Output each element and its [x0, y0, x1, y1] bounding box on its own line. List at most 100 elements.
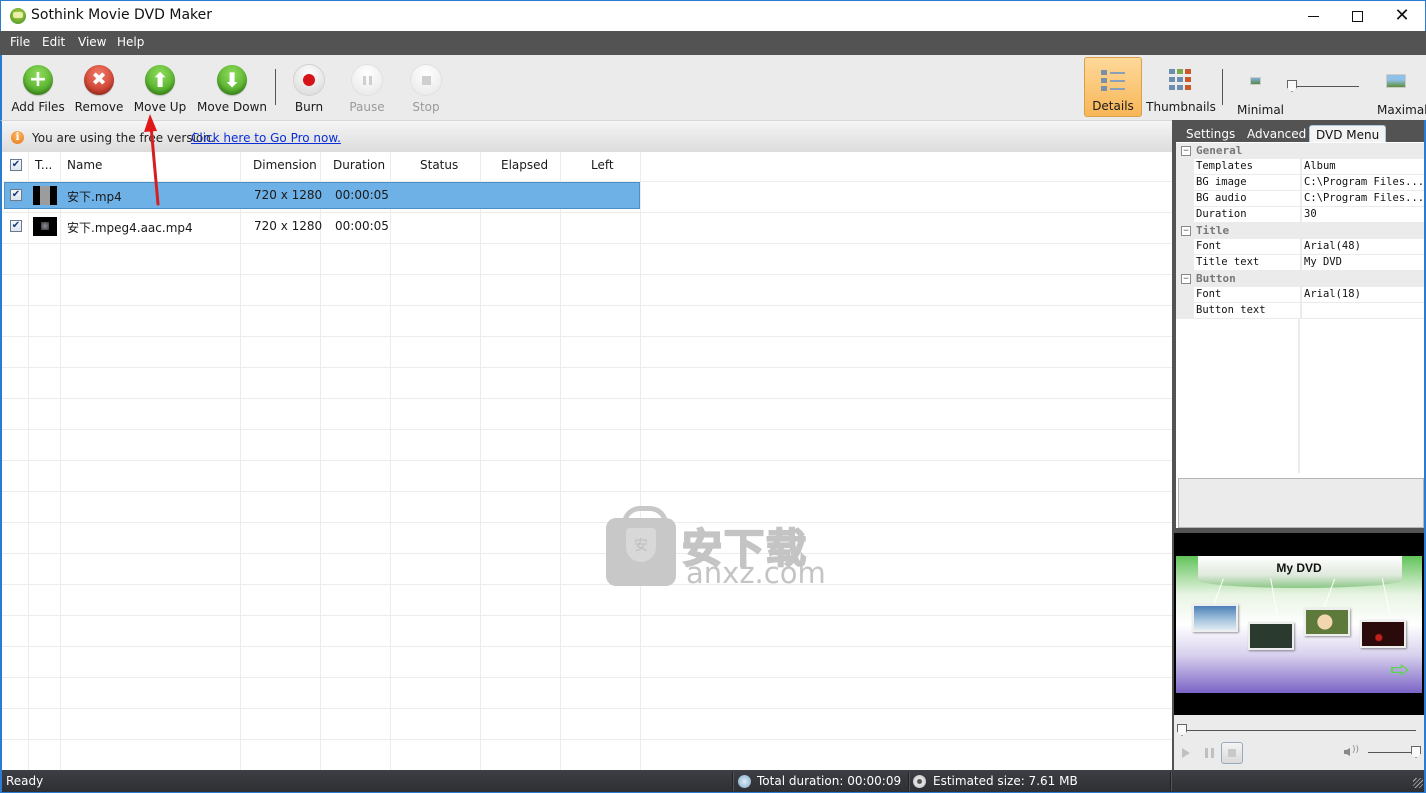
property-row[interactable]: Font Arial(18): [1176, 287, 1424, 303]
column-header-left[interactable]: Left: [591, 158, 614, 172]
menu-bar: File Edit View Help: [0, 31, 1426, 55]
property-value[interactable]: [1302, 303, 1424, 318]
move-up-button[interactable]: ⬆ Move Up: [134, 55, 186, 120]
property-description-box: [1178, 478, 1424, 528]
property-value[interactable]: C:\Program Files...: [1302, 191, 1424, 206]
add-files-button[interactable]: + Add Files: [11, 55, 65, 120]
stop-button[interactable]: Stop: [409, 55, 443, 120]
close-icon: ✕: [1394, 5, 1410, 26]
toolbar-separator: [275, 69, 276, 105]
pause-icon[interactable]: [1205, 748, 1214, 758]
move-down-button[interactable]: ⬇ Move Down: [197, 55, 267, 120]
preview-screen: My DVD: [1176, 556, 1422, 693]
toolbar: + Add Files ✖ Remove ⬆ Move Up ⬇ Move Do…: [0, 55, 1426, 120]
file-duration: 00:00:05: [335, 188, 389, 202]
go-pro-link[interactable]: Click here to Go Pro now.: [191, 131, 341, 145]
play-icon[interactable]: [1182, 748, 1190, 758]
volume-handle[interactable]: [1411, 746, 1421, 758]
column-header-status[interactable]: Status: [420, 158, 458, 172]
x-icon: ✖: [84, 65, 114, 95]
select-all-checkbox[interactable]: ✔: [10, 159, 22, 171]
property-value[interactable]: C:\Program Files...: [1302, 175, 1424, 190]
thumbnail-size-slider-handle[interactable]: [1287, 80, 1297, 92]
resize-grip[interactable]: [1413, 778, 1423, 788]
property-key: Font: [1194, 239, 1300, 254]
seek-handle[interactable]: [1177, 724, 1187, 736]
preview-chapter-thumbnail: [1360, 620, 1406, 648]
stop-button[interactable]: [1221, 742, 1243, 764]
minimize-button[interactable]: [1290, 1, 1336, 31]
row-checkbox[interactable]: ✔: [10, 220, 22, 232]
property-value[interactable]: My DVD: [1302, 255, 1424, 270]
file-dimension: 720 x 1280: [254, 188, 323, 202]
column-header-duration[interactable]: Duration: [333, 158, 385, 172]
property-row[interactable]: Duration 30: [1176, 207, 1424, 223]
menu-preview: My DVD: [1174, 533, 1424, 715]
property-key: Duration: [1194, 207, 1300, 222]
burn-button[interactable]: Burn: [292, 55, 326, 120]
preview-chapter-thumbnail: [1304, 608, 1350, 636]
property-value[interactable]: Arial(18): [1302, 287, 1424, 302]
volume-waves-icon: )): [1352, 745, 1360, 755]
status-text: Ready: [6, 774, 44, 788]
property-group-button[interactable]: − Button: [1176, 271, 1424, 287]
preview-title: My DVD: [1276, 561, 1322, 575]
column-header-name[interactable]: Name: [67, 158, 102, 172]
details-view-button[interactable]: Details: [1084, 57, 1142, 117]
window-title: Sothink Movie DVD Maker: [31, 7, 212, 23]
column-header-dimension[interactable]: Dimension: [253, 158, 317, 172]
collapse-icon[interactable]: −: [1181, 146, 1191, 156]
close-button[interactable]: ✕: [1379, 1, 1425, 31]
arrow-up-icon: ⬆: [145, 65, 175, 95]
property-value[interactable]: Album: [1302, 159, 1424, 174]
property-grid-empty: [1176, 319, 1300, 473]
menu-file[interactable]: File: [10, 35, 30, 49]
volume-icon[interactable]: [1344, 748, 1350, 756]
menu-view[interactable]: View: [78, 35, 106, 49]
collapse-icon[interactable]: −: [1181, 274, 1191, 284]
property-value[interactable]: Arial(48): [1302, 239, 1424, 254]
table-row[interactable]: ✔ 安下.mp4 720 x 1280 00:00:05: [2, 181, 1172, 212]
pause-icon: [352, 65, 382, 95]
burn-label: Burn: [294, 100, 324, 114]
thumbnails-grid-icon: [1169, 69, 1193, 91]
plus-icon: +: [23, 65, 53, 95]
maximal-label: Maximal: [1377, 103, 1426, 117]
property-row[interactable]: Font Arial(48): [1176, 239, 1424, 255]
property-row[interactable]: Button text: [1176, 303, 1424, 319]
remove-button[interactable]: ✖ Remove: [75, 55, 123, 120]
property-group-general[interactable]: − General: [1176, 143, 1424, 159]
info-icon: i: [11, 131, 24, 144]
maximize-icon: [1351, 10, 1363, 22]
maximize-button[interactable]: [1334, 1, 1380, 31]
seek-bar[interactable]: [1180, 730, 1416, 731]
title-bar: Sothink Movie DVD Maker ✕: [0, 0, 1426, 31]
thumbnail-size-slider[interactable]: [1292, 86, 1359, 87]
menu-edit[interactable]: Edit: [42, 35, 65, 49]
menu-help[interactable]: Help: [117, 35, 144, 49]
property-value[interactable]: 30: [1302, 207, 1424, 222]
collapse-icon[interactable]: −: [1181, 226, 1191, 236]
property-row[interactable]: BG image C:\Program Files...: [1176, 175, 1424, 191]
details-list-icon: [1101, 70, 1125, 92]
property-key: Button text: [1194, 303, 1300, 318]
property-row[interactable]: Title text My DVD: [1176, 255, 1424, 271]
thumbnails-view-button[interactable]: Thumbnails: [1146, 57, 1216, 117]
group-label: Button: [1196, 272, 1236, 285]
file-name: 安下.mpeg4.aac.mp4: [67, 221, 193, 235]
info-message: You are using the free version.: [32, 131, 215, 145]
property-row[interactable]: BG audio C:\Program Files...: [1176, 191, 1424, 207]
status-separator: [1170, 772, 1171, 791]
table-row[interactable]: ✔ 安下.mpeg4.aac.mp4 720 x 1280 00:00:05: [2, 212, 1172, 243]
move-down-label: Move Down: [197, 100, 267, 114]
pause-button[interactable]: Pause: [349, 55, 385, 120]
column-header-elapsed[interactable]: Elapsed: [501, 158, 548, 172]
property-row[interactable]: Templates Album: [1176, 159, 1424, 175]
file-duration: 00:00:05: [335, 219, 389, 233]
row-checkbox[interactable]: ✔: [10, 189, 22, 201]
property-group-title[interactable]: − Title: [1176, 223, 1424, 239]
column-header-type[interactable]: T...: [35, 158, 52, 172]
volume-slider[interactable]: [1368, 752, 1416, 753]
disc-icon: [913, 775, 926, 788]
header-background: [2, 152, 1172, 181]
